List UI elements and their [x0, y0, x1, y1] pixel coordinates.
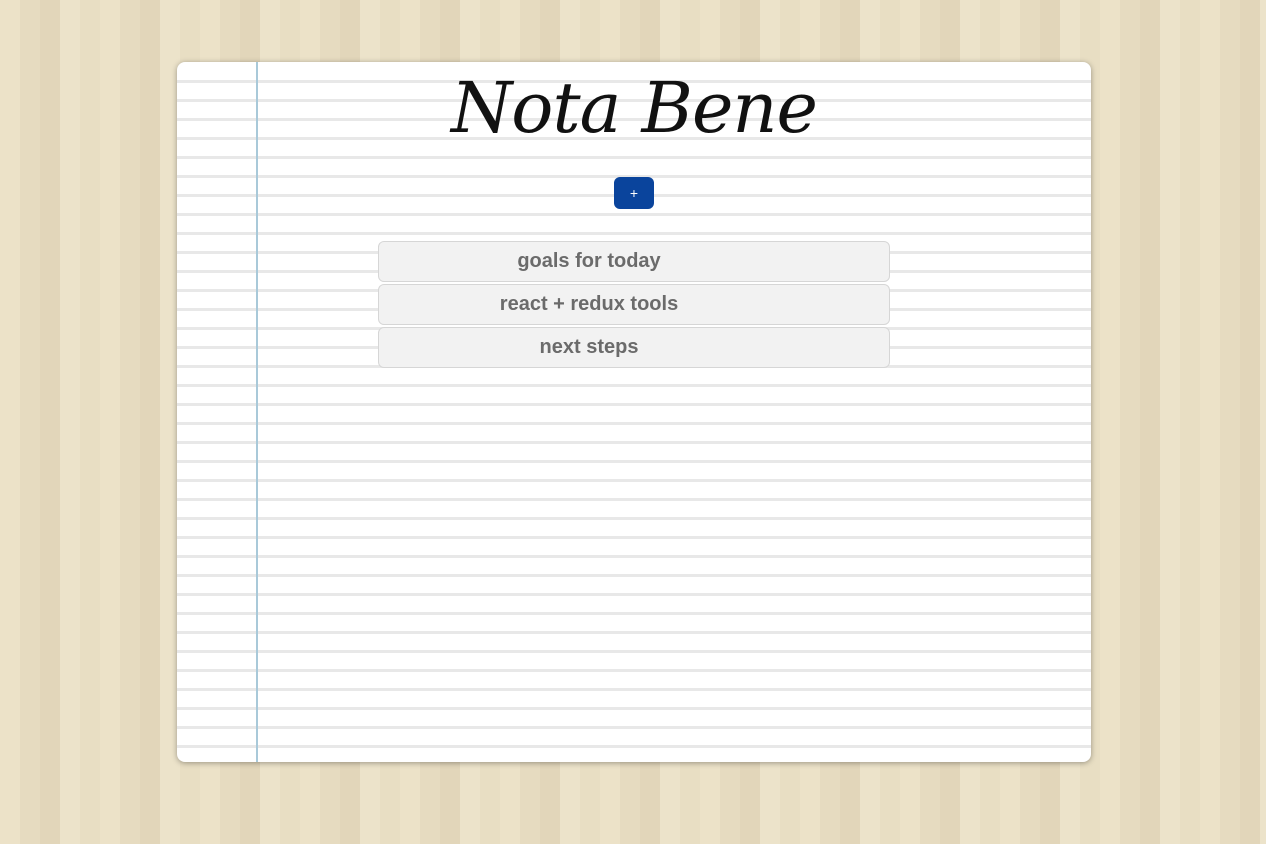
note-item-goals-for-today[interactable]: goals for today	[378, 241, 890, 282]
note-title: next steps	[539, 336, 639, 358]
app-title: Nota Bene	[451, 67, 818, 149]
note-list: goals for today react + redux tools next…	[378, 241, 890, 370]
notebook-paper: Nota Bene + goals for today react + redu…	[177, 62, 1091, 762]
note-title: goals for today	[517, 250, 661, 272]
margin-line	[256, 62, 258, 762]
note-item-react-redux-tools[interactable]: react + redux tools	[378, 284, 890, 325]
note-title: react + redux tools	[499, 293, 679, 315]
note-item-next-steps[interactable]: next steps	[378, 327, 890, 368]
add-note-button[interactable]: +	[614, 177, 654, 209]
